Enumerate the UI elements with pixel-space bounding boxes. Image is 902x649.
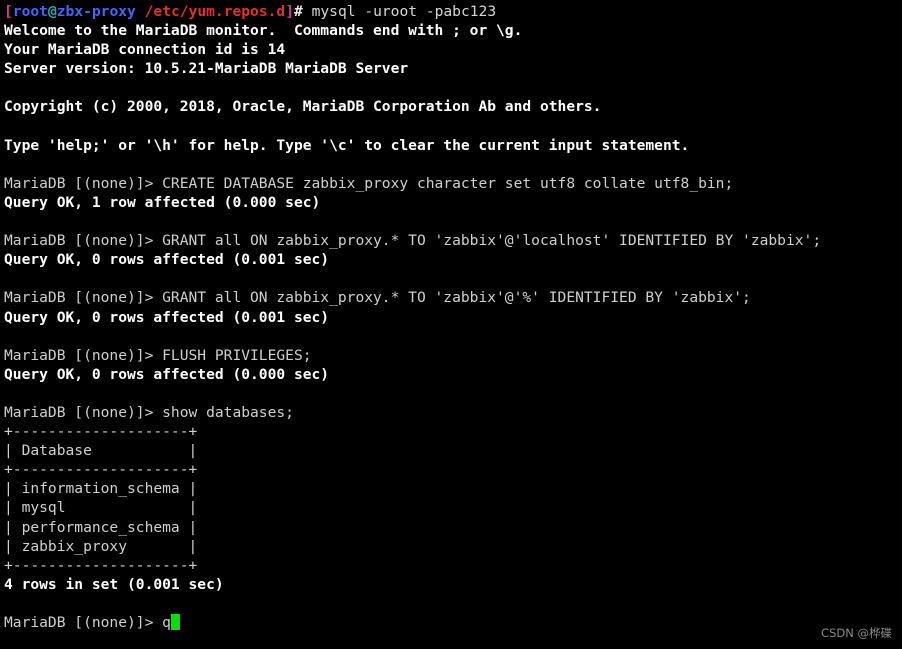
csdn-watermark: CSDN @桦碟 xyxy=(821,626,892,640)
terminal-line: +--------------------+ xyxy=(4,461,198,479)
terminal-output: Welcome to the MariaDB monitor. Commands… xyxy=(4,21,902,613)
terminal-line: | Database | xyxy=(4,442,198,460)
terminal-line: 4 rows in set (0.001 sec) xyxy=(4,575,224,593)
terminal-line: Query OK, 0 rows affected (0.000 sec) xyxy=(4,365,330,383)
terminal-line: Query OK, 0 rows affected (0.001 sec) xyxy=(4,308,330,326)
terminal-line: Your MariaDB connection id is 14 xyxy=(4,41,286,59)
final-prompt-label: MariaDB [(none)]> xyxy=(4,614,163,631)
terminal-line: Copyright (c) 2000, 2018, Oracle, MariaD… xyxy=(4,98,602,116)
terminal-line: +--------------------+ xyxy=(4,423,198,441)
prompt-working-directory: /etc/yum.repos.d xyxy=(144,3,286,20)
terminal-line: MariaDB [(none)]> CREATE DATABASE zabbix… xyxy=(4,174,734,192)
terminal-line: +--------------------+ xyxy=(4,556,198,574)
terminal-line: Query OK, 0 rows affected (0.001 sec) xyxy=(4,251,330,269)
terminal-line: MariaDB [(none)]> GRANT all ON zabbix_pr… xyxy=(4,232,822,250)
shell-command-text: mysql -uroot -pabc123 xyxy=(302,3,497,20)
terminal-window[interactable]: [root@zbx-proxy /etc/yum.repos.d]# mysql… xyxy=(0,0,902,649)
prompt-at-symbol: @ xyxy=(47,3,57,20)
final-prompt-line[interactable]: MariaDB [(none)]> q xyxy=(4,613,902,632)
terminal-line: | zabbix_proxy | xyxy=(4,537,198,555)
terminal-line: MariaDB [(none)]> show databases; xyxy=(4,403,294,421)
terminal-line: MariaDB [(none)]> FLUSH PRIVILEGES; xyxy=(4,346,312,364)
prompt-hash-symbol: # xyxy=(294,3,303,20)
text-cursor xyxy=(170,614,181,630)
terminal-line: Type 'help;' or '\h' for help. Type '\c'… xyxy=(4,136,690,154)
prompt-hostname: zbx-proxy xyxy=(56,3,136,20)
prompt-close-bracket: ] xyxy=(285,3,295,20)
terminal-line: | information_schema | xyxy=(4,480,198,498)
terminal-line: | performance_schema | xyxy=(4,518,198,536)
terminal-line: | mysql | xyxy=(4,499,198,517)
prompt-open-bracket: [ xyxy=(4,3,13,20)
terminal-line: Welcome to the MariaDB monitor. Commands… xyxy=(4,22,523,40)
final-prompt-typed-text: q xyxy=(162,614,171,631)
shell-prompt-line: [root@zbx-proxy /etc/yum.repos.d]# mysql… xyxy=(4,2,902,21)
prompt-user: root xyxy=(12,3,48,20)
terminal-line: Server version: 10.5.21-MariaDB MariaDB … xyxy=(4,60,409,78)
terminal-line: Query OK, 1 row affected (0.000 sec) xyxy=(4,193,321,211)
terminal-line: MariaDB [(none)]> GRANT all ON zabbix_pr… xyxy=(4,289,751,307)
